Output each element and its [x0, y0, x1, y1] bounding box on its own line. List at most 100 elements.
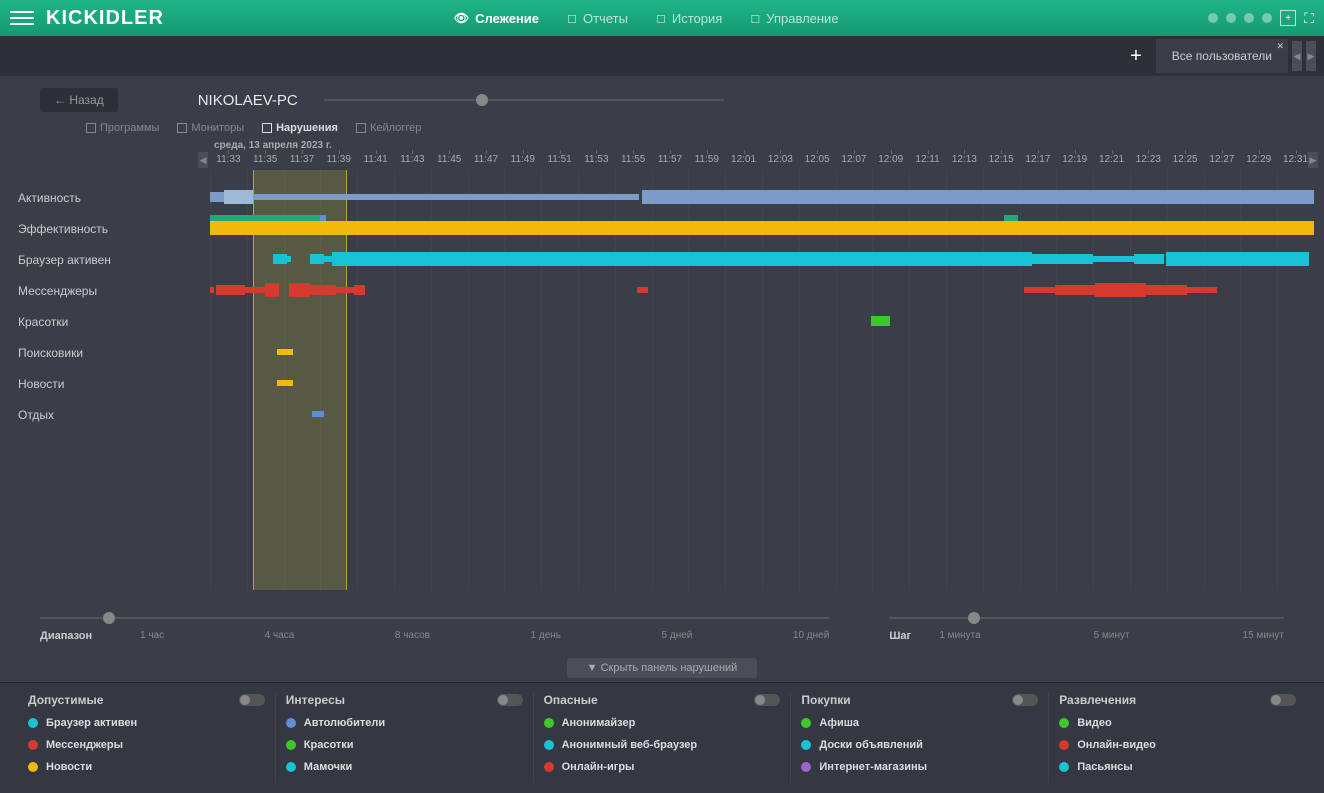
- status-dot: [1262, 13, 1272, 23]
- legend-item[interactable]: Афиша: [801, 717, 1038, 729]
- timeline-bar[interactable]: [273, 254, 287, 264]
- nav-Управление[interactable]: ◻Управление: [750, 11, 838, 26]
- nav-Слежение[interactable]: 👁Слежение: [454, 11, 539, 26]
- timeline-bar[interactable]: [1146, 285, 1187, 295]
- timeline-bar[interactable]: [265, 283, 279, 297]
- legend-item[interactable]: Доски объявлений: [801, 739, 1038, 751]
- timeline-bar[interactable]: [1095, 283, 1146, 297]
- timeline-bar[interactable]: [253, 194, 640, 200]
- timeline-bar[interactable]: [277, 349, 293, 355]
- back-button[interactable]: ← Назад: [40, 88, 118, 112]
- time-tick: 12:09: [872, 154, 909, 170]
- timeline-bar[interactable]: [310, 254, 324, 264]
- legend-toggle[interactable]: [754, 694, 780, 706]
- filter-icon: [177, 123, 187, 133]
- add-window-icon[interactable]: +: [1280, 10, 1296, 26]
- legend-item[interactable]: Анонимайзер: [544, 717, 781, 729]
- timeline-bar[interactable]: [1187, 287, 1218, 293]
- close-icon[interactable]: ✕: [1276, 41, 1284, 52]
- legend-item[interactable]: Онлайн-видео: [1059, 739, 1296, 751]
- tab-scroll-left[interactable]: ◀: [1292, 41, 1302, 71]
- legend-item[interactable]: Мамочки: [286, 761, 523, 773]
- timeline-bar[interactable]: [1093, 256, 1134, 262]
- pc-name: NIKOLAEV-PC: [198, 92, 298, 109]
- time-tick: 11:45: [431, 154, 468, 170]
- legend-item[interactable]: Автолюбители: [286, 717, 523, 729]
- legend-toggle[interactable]: [1012, 694, 1038, 706]
- timeline-bar[interactable]: [210, 287, 214, 293]
- tab-bar: + Все пользователи ✕ ◀ ▶: [0, 36, 1324, 76]
- timeline-bar[interactable]: [324, 256, 332, 262]
- range-slider[interactable]: Диапазон 1 час4 часа8 часов1 день5 дней1…: [40, 606, 829, 646]
- timeline-bar[interactable]: [216, 285, 244, 295]
- time-tick: 11:39: [320, 154, 357, 170]
- chart-row: [210, 275, 1314, 306]
- time-axis: 11:3311:3511:3711:3911:4111:4311:4511:47…: [210, 134, 1314, 170]
- slider-tick: 8 часов: [395, 630, 430, 641]
- legend-item[interactable]: Браузер активен: [28, 717, 265, 729]
- nav-label: Отчеты: [583, 11, 628, 26]
- tab-scroll-right[interactable]: ▶: [1306, 41, 1316, 71]
- timeline-bar[interactable]: [871, 316, 889, 326]
- timeline-bar[interactable]: [642, 190, 1314, 204]
- legend-item[interactable]: Анонимный веб-браузер: [544, 739, 781, 751]
- timeline-bar[interactable]: [1166, 252, 1308, 266]
- filter-label: Кейлоггер: [370, 122, 421, 134]
- timeline-bar[interactable]: [1004, 215, 1018, 221]
- timeline-bar[interactable]: [332, 252, 350, 266]
- step-slider[interactable]: Шаг 1 минута5 минут15 минут: [889, 606, 1284, 646]
- timeline-bar[interactable]: [210, 221, 1314, 235]
- timeline-bar[interactable]: [354, 285, 364, 295]
- legend-item[interactable]: Интернет-магазины: [801, 761, 1038, 773]
- legend-item[interactable]: Новости: [28, 761, 265, 773]
- scroll-left-icon[interactable]: ◀: [198, 152, 208, 168]
- timeline-bar[interactable]: [1055, 285, 1096, 295]
- slider-tick: 1 минута: [939, 630, 980, 646]
- legend-item[interactable]: Онлайн-игры: [544, 761, 781, 773]
- legend-item[interactable]: Мессенджеры: [28, 739, 265, 751]
- add-tab-icon[interactable]: +: [1130, 45, 1142, 68]
- time-tick: 12:11: [909, 154, 946, 170]
- timeline-bar[interactable]: [245, 287, 265, 293]
- time-tick: 12:07: [836, 154, 873, 170]
- nav-История[interactable]: ◻История: [656, 11, 722, 26]
- time-tick: 12:05: [799, 154, 836, 170]
- legend-toggle[interactable]: [239, 694, 265, 706]
- timeline-bar[interactable]: [310, 285, 336, 295]
- legend-item[interactable]: Видео: [1059, 717, 1296, 729]
- filter-label: Нарушения: [276, 122, 338, 134]
- legend-item[interactable]: Пасьянсы: [1059, 761, 1296, 773]
- legend-toggle[interactable]: [1270, 694, 1296, 706]
- main-nav: 👁Слежение ◻Отчеты ◻История ◻Управление: [454, 11, 839, 26]
- tab-all-users[interactable]: Все пользователи ✕: [1156, 39, 1288, 73]
- filter-Мониторы[interactable]: Мониторы: [177, 122, 244, 134]
- legend-toggle[interactable]: [497, 694, 523, 706]
- timeline-bar[interactable]: [1032, 254, 1093, 264]
- chart-row: [210, 213, 1314, 244]
- timeline-bar[interactable]: [277, 380, 293, 386]
- timeline-bar[interactable]: [224, 190, 252, 204]
- collapse-violations-button[interactable]: ▼ Скрыть панель нарушений: [567, 658, 758, 678]
- timeline-bar[interactable]: [1024, 287, 1055, 293]
- filter-row: Программы Мониторы Нарушения Кейлоггер: [86, 122, 1324, 134]
- legend-bullet: [286, 718, 296, 728]
- timeline-bar[interactable]: [336, 287, 354, 293]
- nav-Отчеты[interactable]: ◻Отчеты: [567, 11, 628, 26]
- timeline-bar[interactable]: [287, 256, 291, 262]
- timeline-bar[interactable]: [1134, 254, 1165, 264]
- filter-Программы[interactable]: Программы: [86, 122, 159, 134]
- time-tick: 12:15: [983, 154, 1020, 170]
- timeline-bar[interactable]: [312, 411, 324, 417]
- timeline-bar[interactable]: [210, 192, 224, 202]
- fullscreen-icon[interactable]: ⛶: [1304, 10, 1314, 27]
- slider-tick: 10 дней: [793, 630, 829, 641]
- filter-Кейлоггер[interactable]: Кейлоггер: [356, 122, 421, 134]
- timeline-bar[interactable]: [350, 252, 1032, 266]
- menu-icon[interactable]: [10, 6, 34, 30]
- timeline-bar[interactable]: [637, 287, 647, 293]
- timeline-bar[interactable]: [289, 283, 309, 297]
- position-slider[interactable]: [324, 94, 724, 106]
- filter-Нарушения[interactable]: Нарушения: [262, 122, 338, 134]
- time-tick: 11:49: [504, 154, 541, 170]
- legend-item[interactable]: Красотки: [286, 739, 523, 751]
